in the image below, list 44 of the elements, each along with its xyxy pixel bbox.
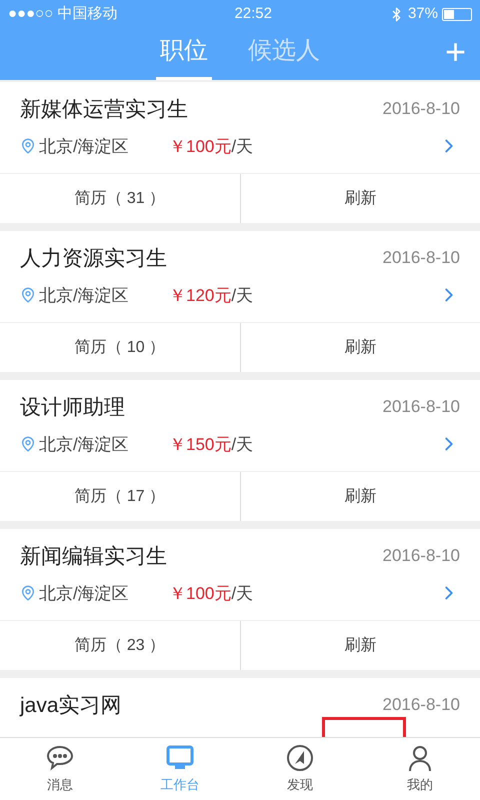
- refresh-button[interactable]: 刷新: [240, 472, 480, 521]
- salary-text: ￥120元/天: [169, 284, 254, 306]
- job-card[interactable]: 人力资源实习生 2016-8-10 北京/海淀区 ￥120元/天 简历（ 10 ） 刷新: [0, 231, 480, 372]
- salary-text: ￥100元/天: [169, 582, 254, 604]
- battery-text: 37%: [408, 4, 438, 24]
- job-card[interactable]: 新媒体运营实习生 2016-8-10 北京/海淀区 ￥100元/天 简历（ 31 ） 刷新: [0, 82, 480, 223]
- location-pin-icon: [20, 585, 36, 602]
- battery-icon: [442, 8, 472, 20]
- job-title: 新闻编辑实习生: [20, 544, 167, 570]
- salary-text: ￥100元/天: [169, 136, 254, 158]
- resume-button[interactable]: 简历（ 17 ）: [0, 472, 240, 521]
- date-text: 2016-8-10: [382, 396, 460, 418]
- tab-bar-item[interactable]: 消息: [0, 738, 120, 800]
- resume-button[interactable]: 简历（ 10 ）: [0, 323, 240, 372]
- location-text: 北京/海淀区: [39, 136, 130, 158]
- location-text: 北京/海淀区: [39, 582, 130, 604]
- refresh-button[interactable]: 刷新: [240, 323, 480, 372]
- salary-text: ￥150元/天: [169, 434, 254, 456]
- location-text: 北京/海淀区: [39, 284, 130, 306]
- refresh-button[interactable]: 刷新: [240, 174, 480, 223]
- location-pin-icon: [20, 436, 36, 452]
- job-title: 设计师助理: [20, 395, 125, 421]
- resume-button[interactable]: 简历（ 23 ）: [0, 621, 240, 670]
- date-text: 2016-8-10: [382, 545, 460, 567]
- tab-bar-item[interactable]: 发现: [240, 738, 360, 800]
- clock-text: 22:52: [234, 4, 272, 24]
- job-card[interactable]: java实习网 2016-8-10: [0, 678, 480, 737]
- refresh-button[interactable]: 刷新: [240, 621, 480, 670]
- chat-bubble-icon: [45, 743, 75, 774]
- tab-bar-item[interactable]: 我的: [360, 738, 480, 800]
- job-title: 人力资源实习生: [20, 246, 167, 272]
- job-title: java实习网: [20, 693, 122, 719]
- location-text: 北京/海淀区: [39, 434, 130, 456]
- compass-icon: [285, 743, 315, 774]
- carrier-text: ●●●○○ 中国移动: [8, 4, 118, 24]
- date-text: 2016-8-10: [382, 247, 460, 269]
- date-text: 2016-8-10: [382, 98, 460, 120]
- job-card[interactable]: 设计师助理 2016-8-10 北京/海淀区 ￥150元/天 简历（ 17 ） 刷新: [0, 380, 480, 521]
- location-pin-icon: [20, 138, 36, 154]
- location-pin-icon: [20, 287, 36, 304]
- resume-button[interactable]: 简历（ 31 ）: [0, 174, 240, 223]
- date-text: 2016-8-10: [382, 694, 460, 716]
- job-title: 新媒体运营实习生: [20, 97, 188, 123]
- job-card[interactable]: 新闻编辑实习生 2016-8-10 北京/海淀区 ￥100元/天 简历（ 23 ） 刷新: [0, 529, 480, 670]
